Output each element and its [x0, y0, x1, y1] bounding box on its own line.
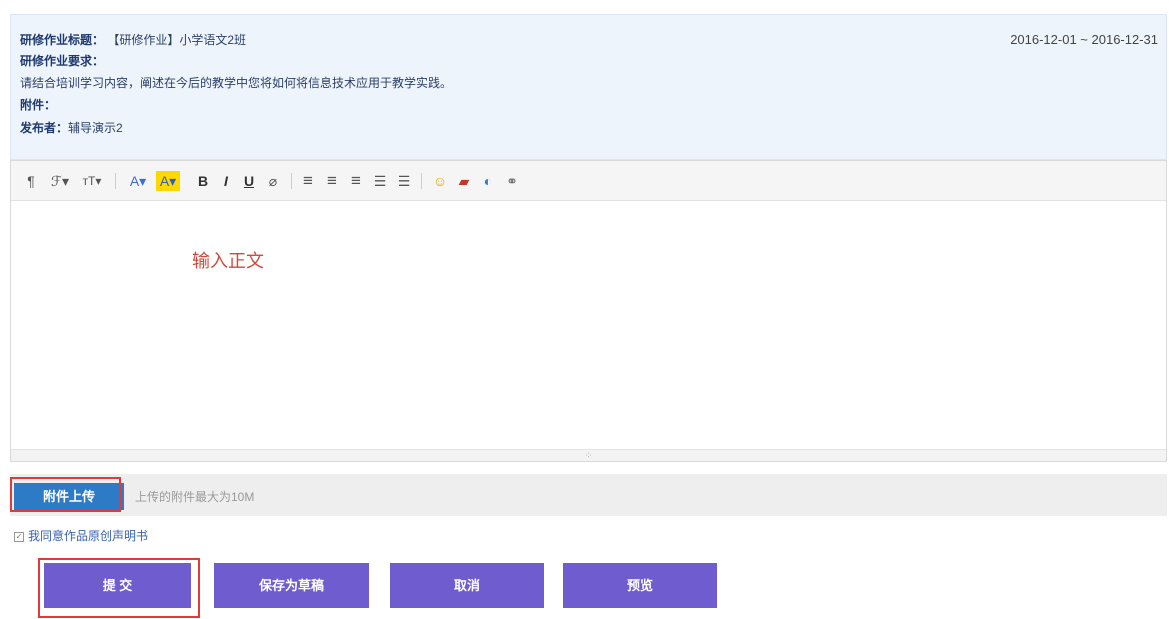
- assignment-attachment-label: 附件：: [20, 98, 57, 112]
- publisher-value: 辅导演示2: [68, 121, 123, 135]
- highlight-color-icon[interactable]: A▾: [156, 171, 180, 191]
- bold-icon[interactable]: B: [195, 171, 211, 191]
- originality-agreement[interactable]: ✓ 我同意作品原创声明书: [14, 527, 148, 544]
- agreement-label[interactable]: 我同意作品原创声明书: [28, 529, 148, 543]
- toolbar-divider: [115, 173, 116, 189]
- image-icon[interactable]: ▰: [455, 171, 473, 191]
- clear-format-icon[interactable]: ⌀: [264, 171, 282, 191]
- rich-text-editor: ¶ ℱ▾ тT▾ A▾ A▾ B I U ⌀ ≡ ≡ ≡ ☰ ☰ ☺ ▰ ◐ ⚭…: [10, 160, 1167, 462]
- align-right-icon[interactable]: ≡: [347, 171, 365, 191]
- underline-icon[interactable]: U: [241, 171, 257, 191]
- font-size-icon[interactable]: тT▾: [77, 171, 107, 191]
- link-icon[interactable]: ⚭: [503, 171, 521, 191]
- media-icon[interactable]: ◐: [479, 171, 497, 191]
- assignment-title-label: 研修作业标题：: [20, 33, 105, 47]
- emoticon-icon[interactable]: ☺: [431, 171, 449, 191]
- cancel-button[interactable]: 取消: [390, 563, 544, 608]
- assignment-requirement-label: 研修作业要求：: [20, 54, 105, 68]
- editor-resize-handle[interactable]: ⁘: [11, 449, 1166, 461]
- italic-icon[interactable]: I: [218, 171, 234, 191]
- toolbar-divider: [421, 173, 422, 189]
- assignment-title-value: 【研修作业】小学语文2班: [107, 33, 247, 47]
- unordered-list-icon[interactable]: ☰: [395, 171, 413, 191]
- toolbar-divider: [291, 173, 292, 189]
- ordered-list-icon[interactable]: ☰: [371, 171, 389, 191]
- editor-body-text[interactable]: 输入正文: [192, 247, 264, 273]
- attachment-upload-bar: 附件上传 上传的附件最大为10M: [10, 474, 1167, 516]
- assignment-title-row: 研修作业标题： 【研修作业】小学语文2班: [20, 32, 246, 48]
- font-color-icon[interactable]: A▾: [126, 171, 150, 191]
- paragraph-icon[interactable]: ¶: [23, 171, 39, 191]
- assignment-info-panel: 研修作业标题： 【研修作业】小学语文2班 2016-12-01 ~ 2016-1…: [10, 14, 1167, 160]
- publisher-label: 发布者：: [20, 121, 69, 135]
- preview-button[interactable]: 预览: [563, 563, 717, 608]
- editor-toolbar: ¶ ℱ▾ тT▾ A▾ A▾ B I U ⌀ ≡ ≡ ≡ ☰ ☰ ☺ ▰ ◐ ⚭: [11, 161, 1166, 201]
- upload-button-highlight: [10, 477, 121, 512]
- save-draft-button[interactable]: 保存为草稿: [214, 563, 369, 608]
- submit-button-highlight: [38, 558, 200, 618]
- assignment-requirement-text: 请结合培训学习内容，阐述在今后的教学中您将如何将信息技术应用于教学实践。: [20, 76, 453, 90]
- agreement-checkbox[interactable]: ✓: [14, 531, 24, 542]
- align-left-icon[interactable]: ≡: [299, 171, 317, 191]
- assignment-date-range: 2016-12-01 ~ 2016-12-31: [1010, 32, 1158, 47]
- assignment-publisher-row: 发布者：辅导演示2: [20, 120, 123, 136]
- align-center-icon[interactable]: ≡: [323, 171, 341, 191]
- font-family-icon[interactable]: ℱ▾: [47, 171, 73, 191]
- upload-size-hint: 上传的附件最大为10M: [135, 490, 255, 504]
